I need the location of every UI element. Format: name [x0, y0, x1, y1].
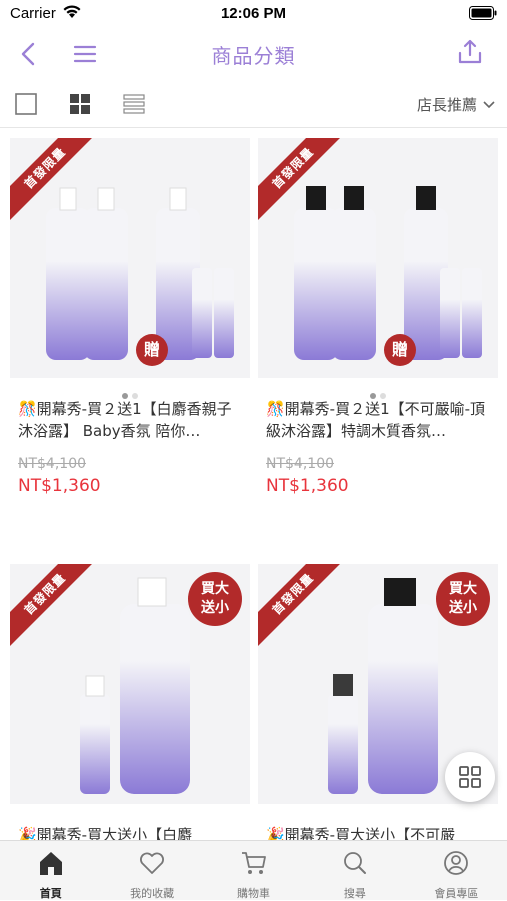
search-icon [344, 852, 366, 874]
navigation-bar: 商品分類 [0, 28, 507, 78]
clock: 12:06 PM [220, 5, 287, 22]
tab-label: 搜尋 [343, 887, 366, 900]
product-grid: 首發限量 贈 🎊開幕秀-買２送1【白麝香親子沐浴露】 Baby香氛 陪你… NT… [0, 130, 507, 840]
sale-price: NT$1,360 [266, 476, 349, 496]
page-title: 商品分類 [211, 44, 296, 68]
tab-label: 會員專區 [434, 887, 479, 900]
chevron-down-icon [483, 100, 495, 108]
tab-search[interactable]: 搜尋 [304, 841, 405, 900]
tab-home[interactable]: 首頁 [0, 841, 101, 900]
list-view-icon[interactable] [122, 92, 146, 116]
tab-favorites[interactable]: 我的收藏 [101, 841, 202, 900]
sale-price: NT$1,360 [18, 476, 101, 496]
heart-icon [140, 852, 165, 874]
single-view-icon[interactable] [14, 92, 38, 116]
tab-cart[interactable]: 購物車 [203, 841, 304, 900]
product-image[interactable]: 首發限量 贈 [258, 138, 498, 378]
tab-member[interactable]: 會員專區 [406, 841, 507, 900]
battery-icon [469, 6, 497, 20]
original-price: NT$4,100 [18, 456, 87, 472]
sort-dropdown[interactable]: 店長推薦 [417, 94, 495, 115]
product-card[interactable]: 首發限量 贈 🎊開幕秀-買２送1【白麝香親子沐浴露】 Baby香氛 陪你… NT… [10, 130, 250, 550]
home-icon [39, 852, 62, 875]
product-image[interactable]: 首發限量 贈 [10, 138, 250, 378]
floating-grid-button[interactable] [445, 752, 495, 802]
product-name[interactable]: 🎊開幕秀-買２送1【不可嚴喻-頂級沐浴露】特調木質香氛… [266, 398, 494, 442]
grid-view-icon[interactable] [68, 92, 92, 116]
status-bar: Carrier 12:06 PM [0, 0, 507, 28]
grid-icon [459, 766, 481, 788]
gift-badge: 贈 [384, 334, 416, 366]
product-name[interactable]: 🎉開幕秀-買大送小【白麝 [18, 824, 246, 840]
share-icon[interactable] [455, 37, 485, 67]
promo-badge: 買大 送小 [188, 572, 242, 626]
view-filter-bar: 店長推薦 [0, 82, 507, 128]
sort-label: 店長推薦 [416, 96, 477, 114]
cart-icon [241, 852, 266, 874]
gift-badge: 贈 [136, 334, 168, 366]
product-image[interactable]: 首發限量 買大 送小 [10, 564, 250, 804]
original-price: NT$4,100 [266, 456, 335, 472]
tab-bar: 首頁 我的收藏 購物車 搜尋 會員專區 [0, 840, 507, 900]
promo-badge: 買大 送小 [436, 572, 490, 626]
tab-label: 首頁 [39, 887, 62, 900]
product-name[interactable]: 🎉開幕秀-買大送小【不可嚴 [266, 824, 494, 840]
member-icon [444, 851, 469, 875]
product-name[interactable]: 🎊開幕秀-買２送1【白麝香親子沐浴露】 Baby香氛 陪你… [18, 398, 246, 442]
tab-label: 我的收藏 [130, 887, 175, 900]
product-card[interactable]: 首發限量 買大 送小 🎉開幕秀-買大送小【白麝 [10, 556, 250, 840]
product-card[interactable]: 首發限量 贈 🎊開幕秀-買２送1【不可嚴喻-頂級沐浴露】特調木質香氛… NT$4… [258, 130, 498, 550]
tab-label: 購物車 [237, 887, 271, 900]
